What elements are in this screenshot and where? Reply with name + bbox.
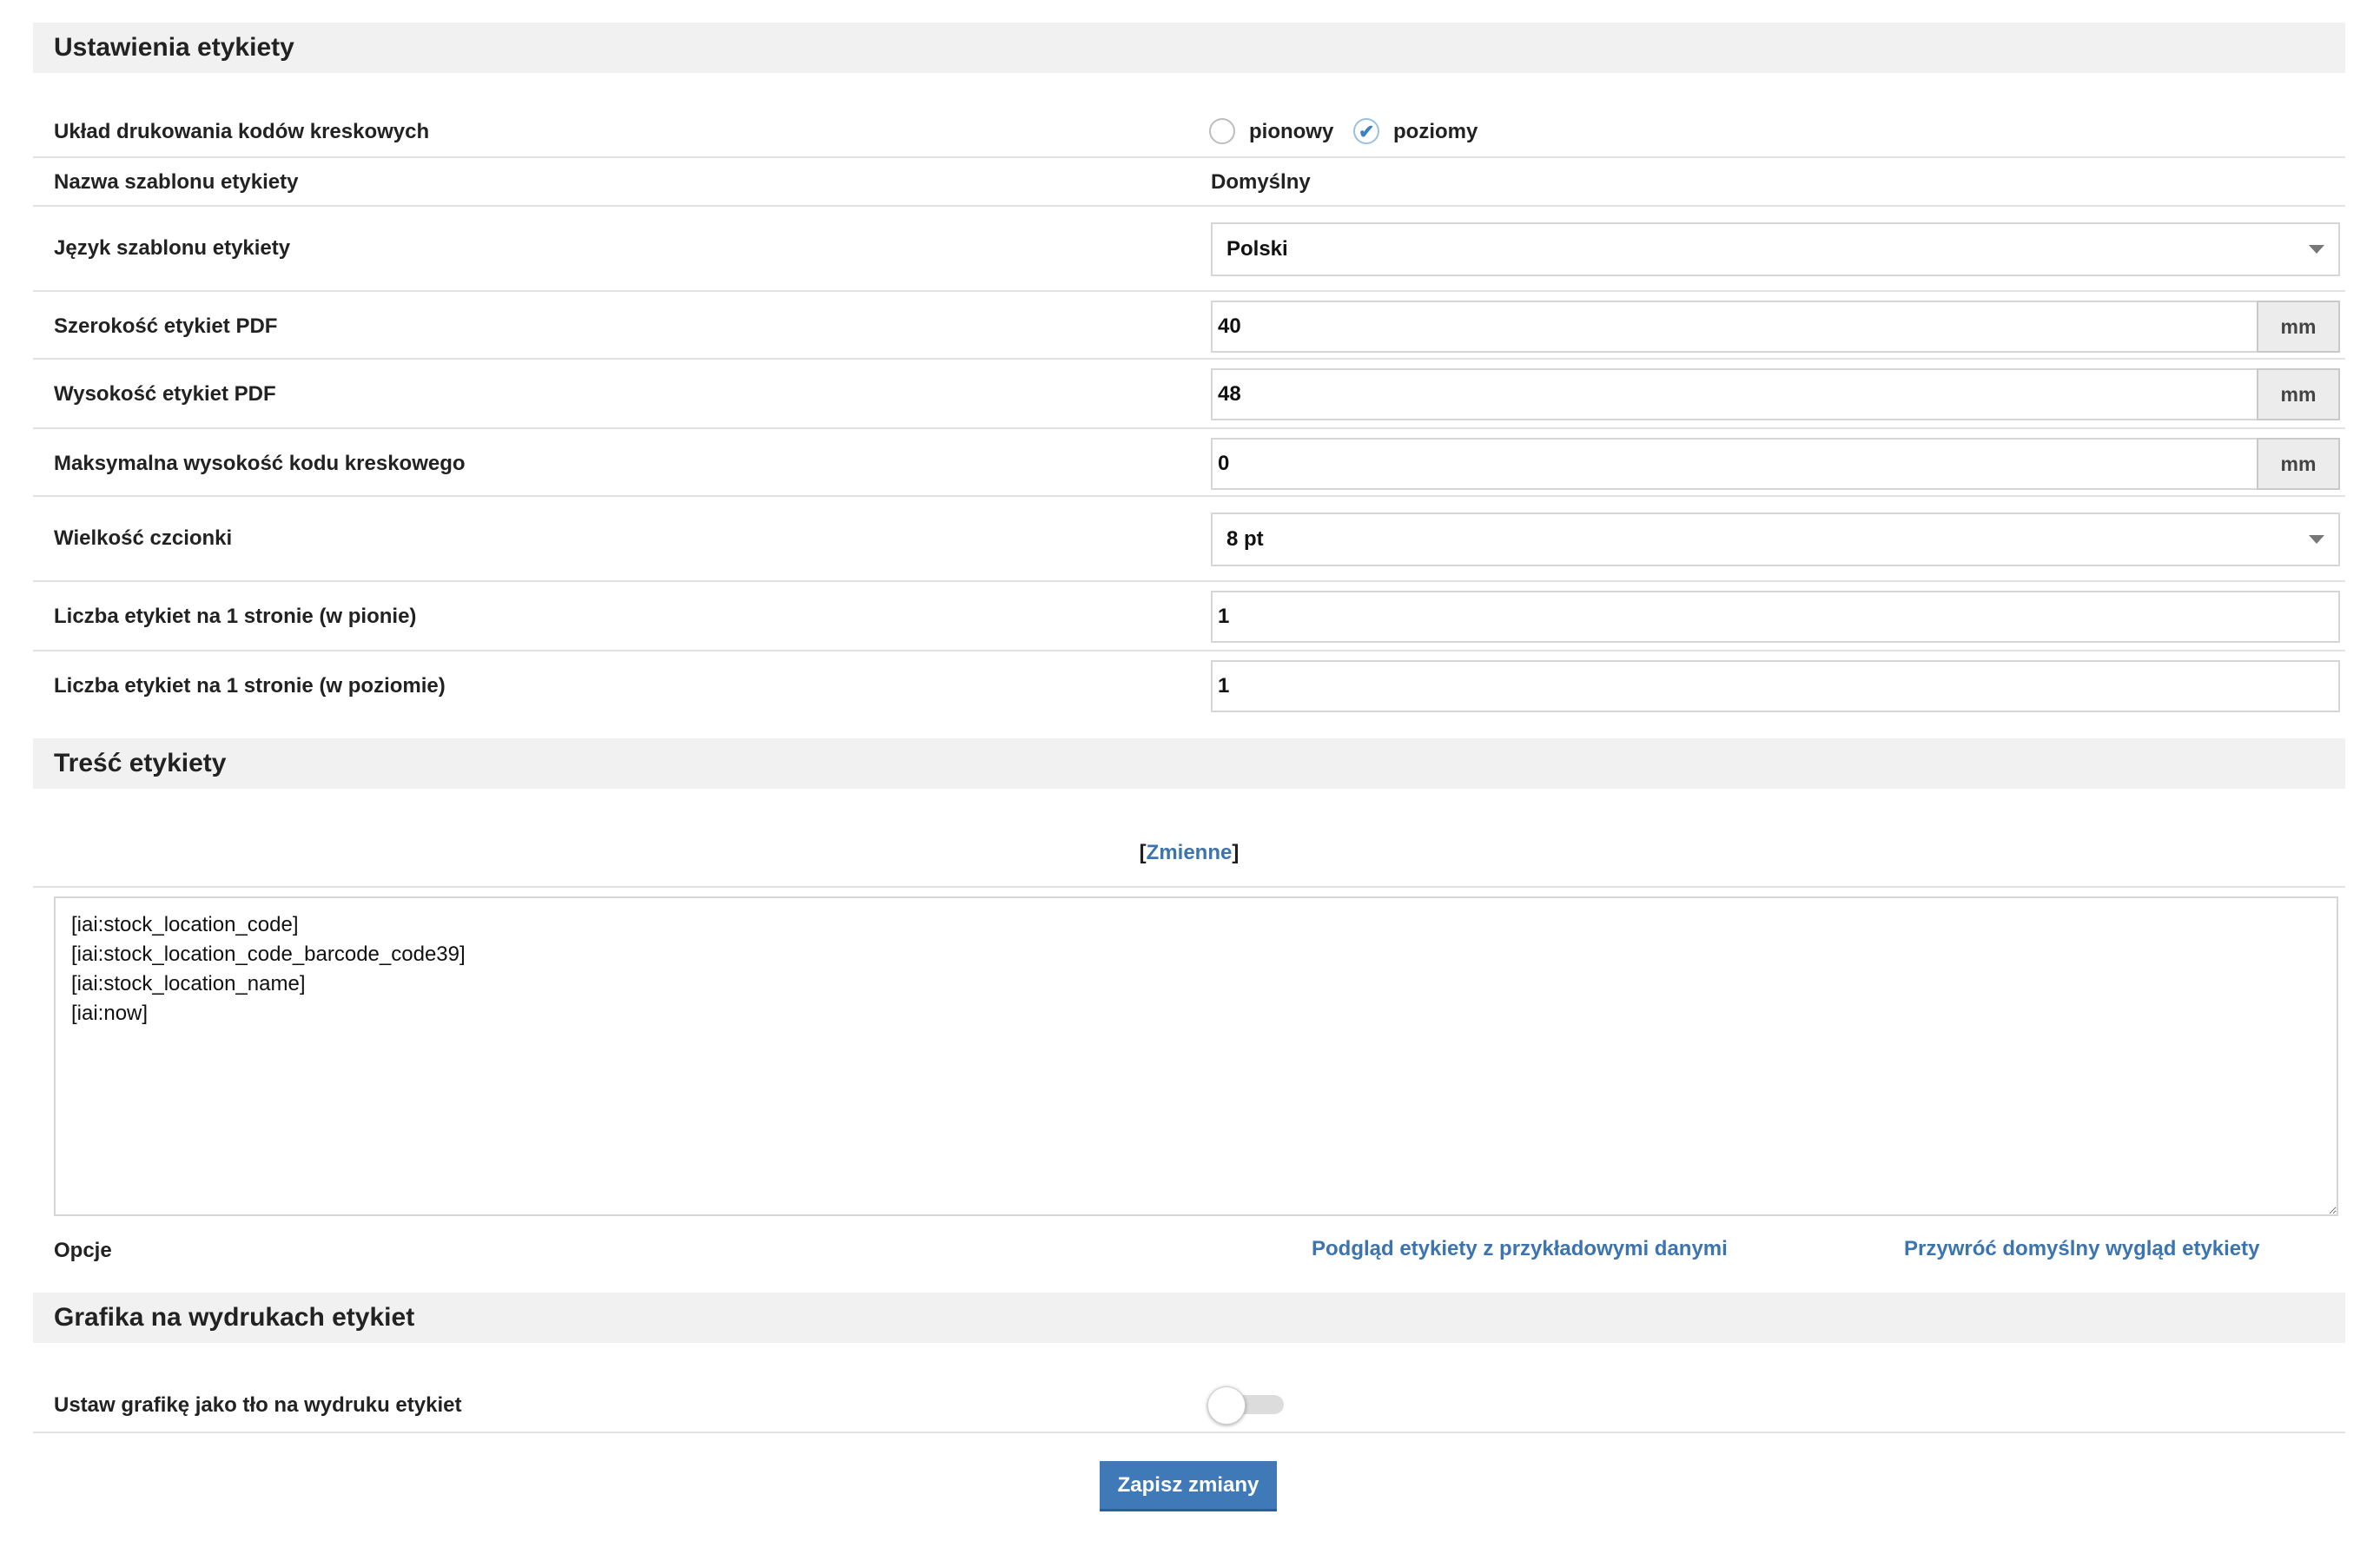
pdf-height-input[interactable] [1211,368,2258,420]
check-icon: ✔ [1359,121,1375,142]
row-template-name: Nazwa szablonu etykiety Domyślny [33,158,2345,207]
row-variables: [Zmienne] [33,822,2345,888]
row-pdf-width: Szerokość etykiet PDF mm [33,292,2345,360]
toggle-knob[interactable] [1207,1386,1246,1425]
radio-vertical-label: pionowy [1249,120,1334,143]
row-template-language: Język szablonu etykiety Polski [33,207,2345,292]
section-header-label-content: Treść etykiety [33,738,2345,789]
select-value: Polski [1226,237,1288,261]
row-label: Opcje [54,1239,112,1262]
section-title: Grafika na wydrukach etykiet [54,1303,415,1332]
unit-addon: mm [2257,438,2340,490]
chevron-down-icon [2309,245,2324,254]
bracket-open: [ [1139,841,1147,864]
variables-wrapper: [Zmienne] [33,841,2345,865]
row-barcode-max-height: Maksymalna wysokość kodu kreskowego mm [33,429,2345,497]
select-value: 8 pt [1226,527,1264,551]
unit-addon: mm [2257,301,2340,353]
row-label: Liczba etykiet na 1 stronie (w pionie) [54,605,417,628]
restore-default-link[interactable]: Przywróć domyślny wygląd etykiety [1904,1237,2260,1261]
row-label: Szerokość etykiet PDF [54,314,278,338]
variables-link[interactable]: Zmienne [1147,841,1233,864]
bracket-close: ] [1232,841,1240,864]
row-label: Maksymalna wysokość kodu kreskowego [54,452,466,475]
barcode-max-height-input[interactable] [1211,438,2258,490]
row-background-graphic: Ustaw grafikę jako tło na wydruku etykie… [33,1372,2345,1433]
row-labels-horizontal: Liczba etykiet na 1 stronie (w poziomie) [33,651,2345,719]
row-label: Język szablonu etykiety [54,236,291,260]
row-label: Układ drukowania kodów kreskowych [54,120,430,143]
labels-horizontal-input[interactable] [1211,660,2340,712]
section-title: Treść etykiety [54,749,227,777]
section-header-label-settings: Ustawienia etykiety [33,23,2345,73]
section-title: Ustawienia etykiety [54,33,294,62]
label-content-textarea[interactable]: [iai:stock_location_code] [iai:stock_loc… [54,896,2338,1216]
row-pdf-height: Wysokość etykiet PDF mm [33,360,2345,429]
row-label: Liczba etykiet na 1 stronie (w poziomie) [54,674,446,698]
row-font-size: Wielkość czcionki 8 pt [33,497,2345,582]
template-name-value: Domyślny [1211,170,1311,194]
row-label: Ustaw grafikę jako tło na wydruku etykie… [54,1393,462,1417]
font-size-select[interactable]: 8 pt [1211,513,2340,566]
save-button[interactable]: Zapisz zmiany [1100,1461,1277,1511]
unit-addon: mm [2257,368,2340,420]
row-labels-vertical: Liczba etykiet na 1 stronie (w pionie) [33,582,2345,651]
labels-vertical-input[interactable] [1211,591,2340,643]
section-header-graphics: Grafika na wydrukach etykiet [33,1293,2345,1343]
row-label: Nazwa szablonu etykiety [54,170,299,194]
row-options: Opcje Podgląd etykiety z przykładowymi d… [33,1220,2345,1280]
chevron-down-icon [2309,535,2324,544]
radio-horizontal-label: poziomy [1393,120,1478,143]
row-barcode-layout: Układ drukowania kodów kreskowych pionow… [33,104,2345,158]
pdf-width-input[interactable] [1211,301,2258,353]
preview-link[interactable]: Podgląd etykiety z przykładowymi danymi [1312,1237,1728,1261]
radio-horizontal[interactable]: ✔ [1353,118,1379,144]
radio-vertical[interactable] [1209,118,1235,144]
row-label: Wysokość etykiet PDF [54,382,276,406]
template-language-select[interactable]: Polski [1211,222,2340,276]
row-label: Wielkość czcionki [54,526,233,550]
